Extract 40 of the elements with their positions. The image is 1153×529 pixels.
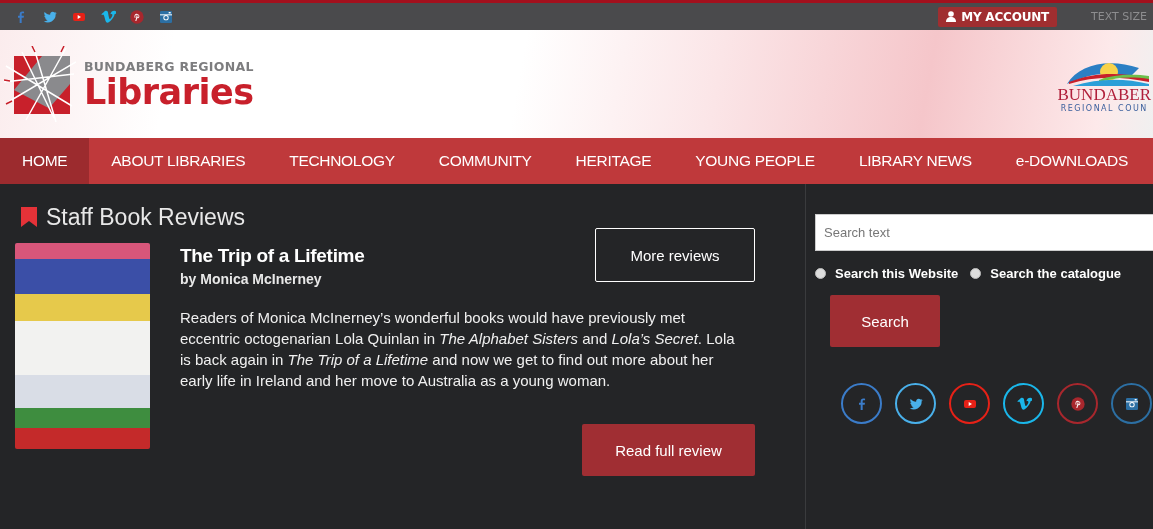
person-icon: [946, 11, 957, 22]
nav-item[interactable]: HOME: [0, 138, 90, 184]
library-logo-icon: [4, 46, 76, 122]
nav-item[interactable]: HERITAGE: [553, 138, 674, 184]
radio-button[interactable]: [970, 268, 982, 279]
vimeo-icon[interactable]: [100, 8, 116, 25]
instagram-link[interactable]: [1111, 383, 1152, 424]
book-title[interactable]: The Trip of a Lifetime: [180, 245, 365, 267]
book-cover-image[interactable]: [15, 243, 150, 449]
nav-item[interactable]: YOUNG PEOPLE: [673, 138, 837, 184]
council-name: BUNDABER: [1057, 85, 1151, 104]
nav-item[interactable]: LIBRARY NEWS: [836, 138, 994, 184]
facebook-link[interactable]: [841, 383, 882, 424]
more-reviews-button[interactable]: More reviews: [595, 228, 755, 282]
pinterest-icon[interactable]: [129, 8, 145, 25]
section-heading: Staff Book Reviews: [46, 203, 245, 231]
instagram-icon[interactable]: [158, 8, 174, 25]
review-summary: Readers of Monica McInerney’s wonderful books would have previously met eccentric octogenarian Lola Quinlan in The Alphabet Sisters and Lola’s Secret. Lola is back again in The Trip of a Lifetime and now we get to find out more about her early life in Ireland and her move to Australia as a young woman.: [180, 308, 736, 391]
search-option[interactable]: Search the catalogue: [970, 266, 1122, 281]
nav-item[interactable]: e-DOWNLOADS: [993, 138, 1150, 184]
nav-item[interactable]: TECHNOLOGY: [267, 138, 417, 184]
vimeo-link[interactable]: [1003, 383, 1044, 424]
council-subtitle: REGIONAL COUN: [1060, 103, 1148, 113]
instagram-icon: [1123, 395, 1140, 412]
search-button[interactable]: Search: [830, 295, 940, 347]
search-option[interactable]: Search this Website: [815, 266, 959, 281]
bookmark-icon: [21, 207, 37, 227]
logo-title: Libraries: [84, 73, 254, 110]
nav-item[interactable]: COMMUNITY: [416, 138, 554, 184]
vimeo-icon: [1015, 395, 1032, 412]
my-account-button[interactable]: MY ACCOUNT: [938, 6, 1058, 27]
search-field[interactable]: Search text: [815, 214, 1153, 251]
book-author: by Monica McInerney: [180, 271, 323, 287]
pinterest-icon: [1069, 395, 1086, 412]
read-review-button[interactable]: Read full review: [582, 424, 755, 476]
logo-subtitle: BUNDABERG REGIONAL: [84, 58, 254, 74]
twitter-link[interactable]: [895, 383, 936, 424]
nav-item[interactable]: ABOUT LIBRARIES: [89, 138, 268, 184]
video-play-link[interactable]: [949, 383, 990, 424]
radio-button[interactable]: [815, 268, 826, 279]
